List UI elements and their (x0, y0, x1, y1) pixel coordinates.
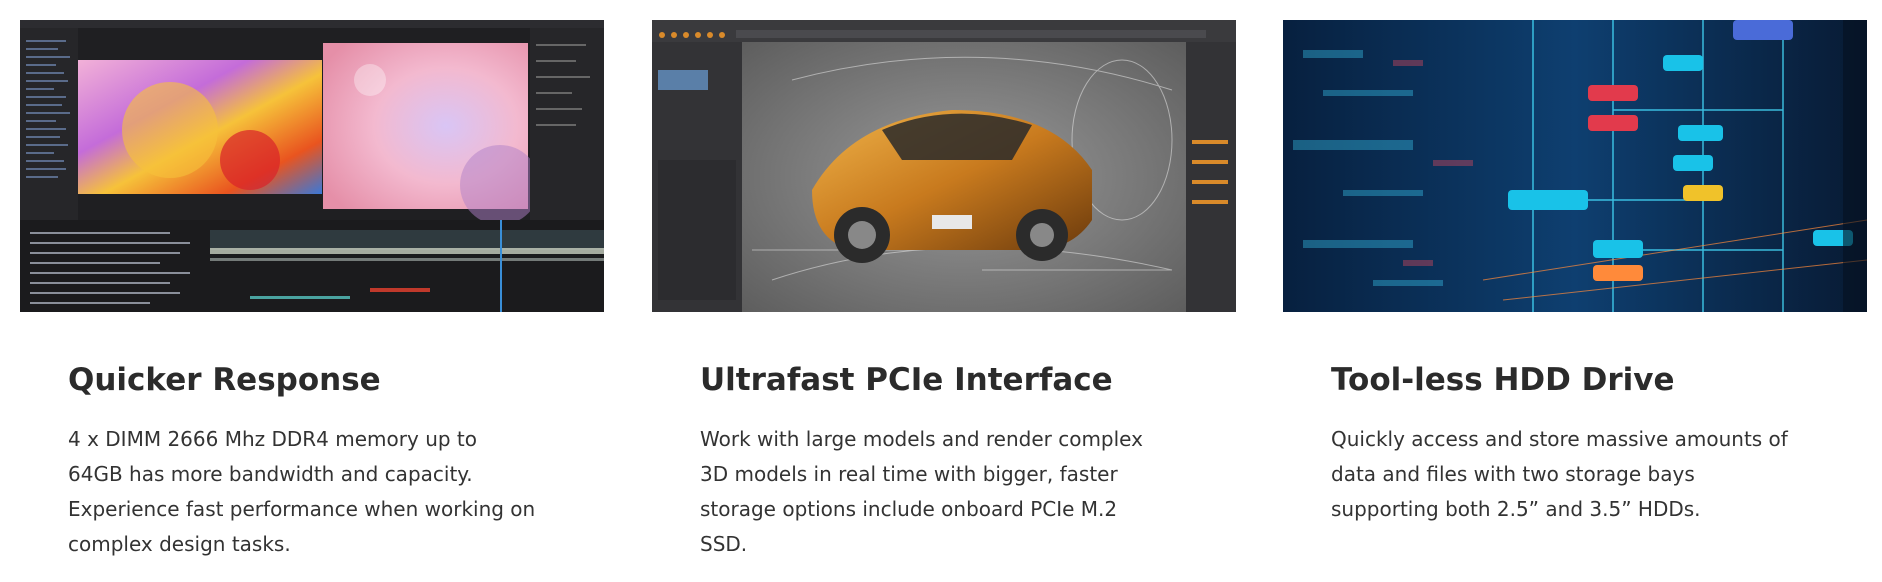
feature-row: Quicker Response 4 x DIMM 2666 Mhz DDR4 … (0, 0, 1882, 582)
feature-title: Tool-less HDD Drive (1331, 362, 1675, 398)
feature-card-ultrafast-pcie: Ultrafast PCIe Interface Work with large… (652, 20, 1236, 562)
data-network-image (1283, 20, 1867, 312)
feature-card-quicker-response: Quicker Response 4 x DIMM 2666 Mhz DDR4 … (20, 20, 604, 562)
feature-card-tool-less-hdd: Tool-less HDD Drive Quickly access and s… (1283, 20, 1867, 527)
feature-description: Quickly access and store massive amounts… (1331, 427, 1788, 521)
feature-description: 4 x DIMM 2666 Mhz DDR4 memory up to 64GB… (68, 427, 536, 556)
feature-description: Work with large models and render comple… (700, 427, 1143, 556)
feature-title: Ultrafast PCIe Interface (700, 362, 1113, 398)
video-editing-image (20, 20, 604, 312)
feature-title: Quicker Response (68, 362, 381, 398)
car-3d-modeling-image (652, 20, 1236, 312)
